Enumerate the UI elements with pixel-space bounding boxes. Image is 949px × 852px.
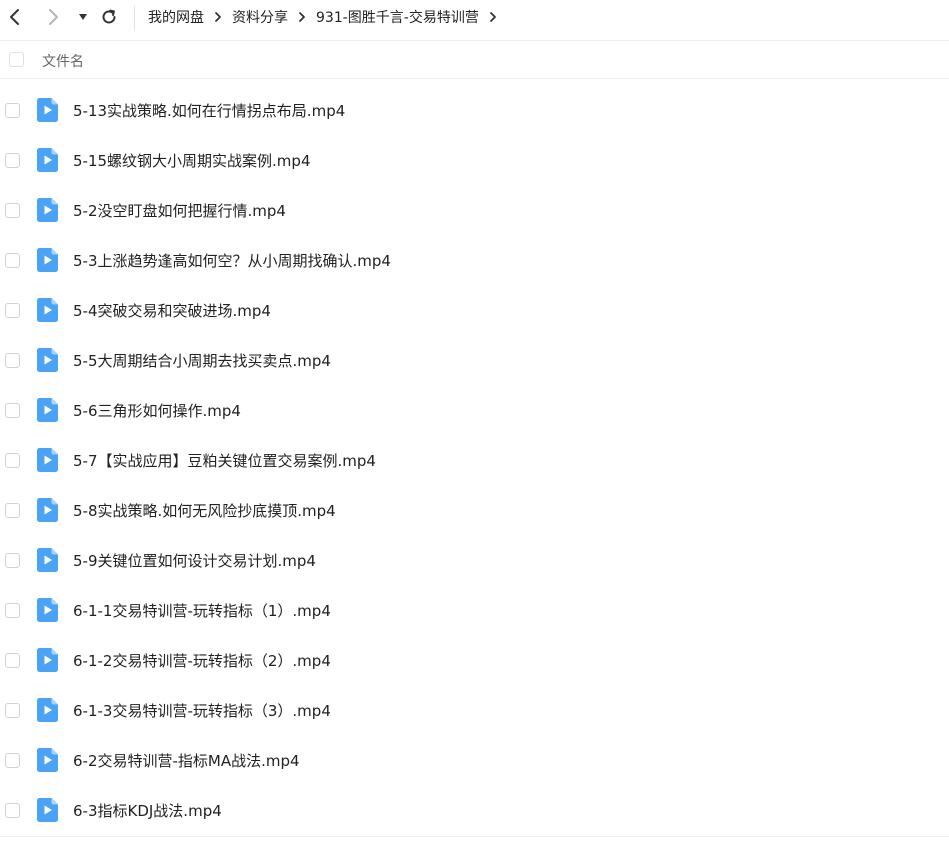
chevron-right-icon	[489, 12, 496, 22]
file-row[interactable]: 6-1-2交易特训营-玩转指标（2）.mp4	[0, 636, 949, 686]
file-name[interactable]: 6-1-2交易特训营-玩转指标（2）.mp4	[73, 652, 331, 670]
file-checkbox[interactable]	[5, 403, 20, 418]
file-checkbox[interactable]	[5, 453, 20, 468]
file-name[interactable]: 6-1-1交易特训营-玩转指标（1）.mp4	[73, 602, 331, 620]
video-file-icon	[37, 698, 58, 722]
file-name[interactable]: 5-7【实战应用】豆粕关键位置交易案例.mp4	[73, 452, 376, 470]
file-name[interactable]: 5-3上涨趋势逢高如何空？从小周期找确认.mp4	[73, 252, 391, 270]
file-checkbox[interactable]	[5, 753, 20, 768]
video-file-icon	[37, 148, 58, 172]
video-file-icon	[37, 198, 58, 222]
video-file-icon	[37, 598, 58, 622]
video-file-icon	[37, 648, 58, 672]
header-divider	[0, 78, 949, 79]
chevron-right-icon	[49, 9, 58, 25]
file-row[interactable]: 6-1-3交易特训营-玩转指标（3）.mp4	[0, 686, 949, 736]
file-checkbox[interactable]	[5, 603, 20, 618]
video-file-icon	[37, 798, 58, 822]
video-file-icon	[37, 298, 58, 322]
file-row[interactable]: 5-3上涨趋势逢高如何空？从小周期找确认.mp4	[0, 236, 949, 286]
breadcrumb-separator	[288, 7, 316, 27]
video-file-icon	[37, 348, 58, 372]
navbar-divider	[0, 40, 949, 41]
breadcrumb-item-my-drive[interactable]: 我的网盘	[148, 7, 204, 27]
nav-divider	[134, 6, 135, 30]
video-file-icon	[37, 248, 58, 272]
file-checkbox[interactable]	[5, 303, 20, 318]
file-row[interactable]: 6-3指标KDJ战法.mp4	[0, 786, 949, 836]
select-all-checkbox[interactable]	[9, 52, 24, 67]
file-row[interactable]: 5-7【实战应用】豆粕关键位置交易案例.mp4	[0, 436, 949, 486]
file-checkbox[interactable]	[5, 653, 20, 668]
video-file-icon	[37, 98, 58, 122]
file-name[interactable]: 5-8实战策略.如何无风险抄底摸顶.mp4	[73, 502, 336, 520]
caret-down-icon	[79, 14, 87, 20]
navigation-bar: 我的网盘 资料分享 931-图胜千言-交易特训营	[0, 0, 949, 36]
file-checkbox[interactable]	[5, 253, 20, 268]
file-name[interactable]: 5-2没空盯盘如何把握行情.mp4	[73, 202, 286, 220]
refresh-button[interactable]	[96, 4, 122, 30]
file-row[interactable]: 6-1-1交易特训营-玩转指标（1）.mp4	[0, 586, 949, 636]
chevron-right-icon	[299, 12, 305, 22]
column-header-filename[interactable]: 文件名	[42, 51, 84, 71]
file-name[interactable]: 5-4突破交易和突破进场.mp4	[73, 302, 271, 320]
file-name[interactable]: 6-3指标KDJ战法.mp4	[73, 802, 222, 820]
file-name[interactable]: 6-1-3交易特训营-玩转指标（3）.mp4	[73, 702, 331, 720]
file-row[interactable]: 5-8实战策略.如何无风险抄底摸顶.mp4	[0, 486, 949, 536]
file-checkbox[interactable]	[5, 703, 20, 718]
video-file-icon	[37, 448, 58, 472]
file-browser: 我的网盘 资料分享 931-图胜千言-交易特训营 文件名 5-13实战策略.如何…	[0, 0, 949, 852]
history-dropdown-button[interactable]	[70, 4, 96, 30]
chevron-left-icon	[10, 9, 19, 25]
video-file-icon	[37, 398, 58, 422]
file-list: 5-13实战策略.如何在行情拐点布局.mp4 5-15螺纹钢大小周期实战案例.mp…	[0, 86, 949, 836]
file-row[interactable]: 5-9关键位置如何设计交易计划.mp4	[0, 536, 949, 586]
file-row[interactable]: 5-13实战策略.如何在行情拐点布局.mp4	[0, 86, 949, 136]
file-row[interactable]: 5-15螺纹钢大小周期实战案例.mp4	[0, 136, 949, 186]
file-name[interactable]: 5-15螺纹钢大小周期实战案例.mp4	[73, 152, 311, 170]
video-file-icon	[37, 748, 58, 772]
breadcrumb-item-current-folder[interactable]: 931-图胜千言-交易特训营	[316, 7, 479, 27]
file-row[interactable]: 5-6三角形如何操作.mp4	[0, 386, 949, 436]
breadcrumb-expand-button[interactable]	[479, 7, 507, 27]
file-checkbox[interactable]	[5, 553, 20, 568]
list-divider	[0, 836, 949, 837]
file-checkbox[interactable]	[5, 203, 20, 218]
file-row[interactable]: 5-5大周期结合小周期去找买卖点.mp4	[0, 336, 949, 386]
file-row[interactable]: 6-2交易特训营-指标MA战法.mp4	[0, 736, 949, 786]
video-file-icon	[37, 548, 58, 572]
file-row[interactable]: 5-2没空盯盘如何把握行情.mp4	[0, 186, 949, 236]
chevron-right-icon	[215, 12, 221, 22]
file-name[interactable]: 5-9关键位置如何设计交易计划.mp4	[73, 552, 316, 570]
file-checkbox[interactable]	[5, 103, 20, 118]
breadcrumb-separator	[204, 7, 232, 27]
file-name[interactable]: 5-6三角形如何操作.mp4	[73, 402, 241, 420]
file-checkbox[interactable]	[5, 353, 20, 368]
breadcrumb: 我的网盘 资料分享 931-图胜千言-交易特训营	[148, 0, 507, 34]
video-file-icon	[37, 498, 58, 522]
file-checkbox[interactable]	[5, 153, 20, 168]
forward-button[interactable]	[40, 4, 66, 30]
breadcrumb-item-shared[interactable]: 资料分享	[232, 7, 288, 27]
file-name[interactable]: 5-5大周期结合小周期去找买卖点.mp4	[73, 352, 331, 370]
file-checkbox[interactable]	[5, 803, 20, 818]
back-button[interactable]	[2, 4, 28, 30]
file-name[interactable]: 6-2交易特训营-指标MA战法.mp4	[73, 752, 300, 770]
file-checkbox[interactable]	[5, 503, 20, 518]
refresh-icon	[102, 9, 116, 24]
file-name[interactable]: 5-13实战策略.如何在行情拐点布局.mp4	[73, 102, 345, 120]
file-row[interactable]: 5-4突破交易和突破进场.mp4	[0, 286, 949, 336]
